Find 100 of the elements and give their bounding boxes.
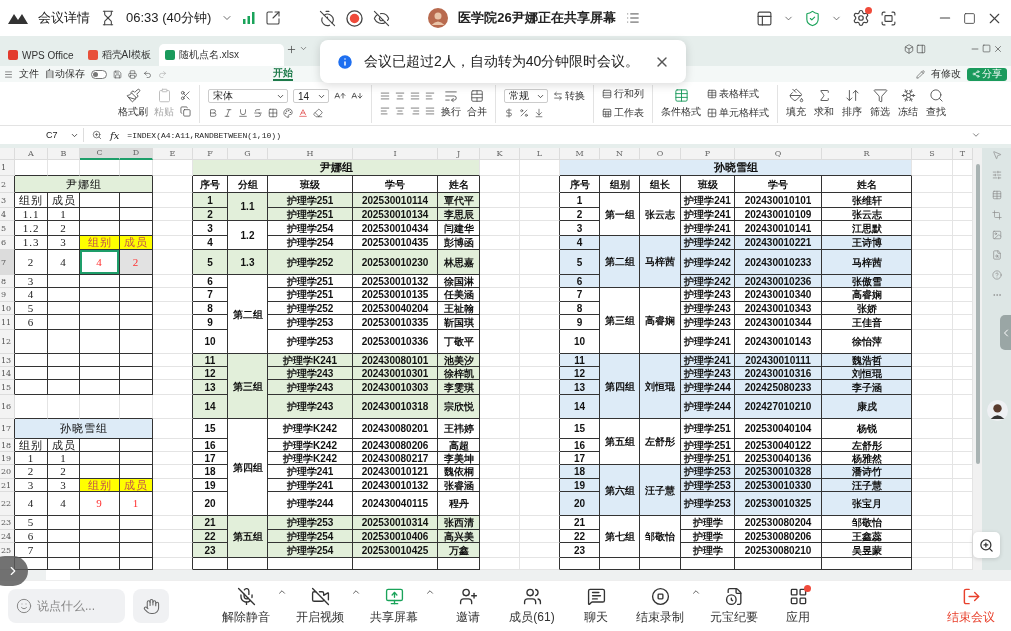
row-header[interactable]: 19 bbox=[0, 452, 15, 465]
justify-icon[interactable] bbox=[425, 106, 435, 116]
decimal-icon[interactable] bbox=[534, 108, 544, 118]
collapse-handle[interactable] bbox=[1000, 315, 1011, 350]
indent-icon[interactable] bbox=[425, 91, 435, 101]
row-header[interactable]: 22 bbox=[0, 492, 15, 516]
undo-icon[interactable] bbox=[143, 69, 152, 79]
meeting-control[interactable]: 解除静音 bbox=[215, 586, 277, 626]
font-color-icon[interactable] bbox=[298, 108, 308, 118]
font-grow-icon[interactable] bbox=[334, 90, 346, 102]
scissors-icon[interactable] bbox=[180, 90, 191, 101]
row-header[interactable]: 7 bbox=[0, 250, 15, 275]
file-search-icon[interactable] bbox=[991, 250, 1002, 260]
table-style-button[interactable]: 表格样式 bbox=[707, 87, 769, 101]
align-center-icon[interactable] bbox=[395, 106, 405, 116]
pointer-icon[interactable] bbox=[991, 150, 1002, 160]
column-header[interactable]: B bbox=[48, 148, 80, 160]
pop-out-icon[interactable] bbox=[265, 10, 282, 26]
column-header[interactable]: J bbox=[438, 148, 480, 160]
meeting-control[interactable]: 应用 bbox=[767, 586, 829, 626]
row-header[interactable]: 21 bbox=[0, 479, 15, 492]
row-header[interactable]: 17 bbox=[0, 419, 15, 439]
sliders-icon[interactable] bbox=[991, 170, 1002, 180]
column-header[interactable]: N bbox=[600, 148, 640, 160]
align-bottom-icon[interactable] bbox=[410, 91, 420, 101]
row-header[interactable]: 14 bbox=[0, 367, 15, 380]
italic-icon[interactable] bbox=[223, 108, 233, 118]
rows-columns-button[interactable]: 行和列 bbox=[602, 87, 644, 101]
list-icon[interactable] bbox=[625, 11, 640, 25]
zoom-in-button[interactable] bbox=[973, 532, 1000, 558]
meeting-timer[interactable]: 06:33 (40分钟) bbox=[126, 9, 212, 27]
row-header[interactable]: 11 bbox=[0, 315, 15, 330]
row-header[interactable]: 4 bbox=[0, 208, 15, 221]
fullscreen-icon[interactable] bbox=[880, 9, 897, 27]
copy-icon[interactable] bbox=[180, 106, 191, 117]
column-header[interactable]: T bbox=[953, 148, 973, 160]
row-header[interactable]: 5 bbox=[0, 221, 15, 236]
row-header[interactable]: 20 bbox=[0, 465, 15, 479]
merge-button[interactable]: 合并 bbox=[467, 88, 487, 119]
timer-off-icon[interactable] bbox=[319, 9, 337, 27]
changes-status[interactable]: 有修改 bbox=[931, 67, 961, 81]
align-right-icon[interactable] bbox=[410, 106, 420, 116]
layout-icon[interactable] bbox=[756, 9, 773, 27]
chat-field[interactable]: 说点什么... bbox=[8, 589, 125, 623]
column-header[interactable]: I bbox=[353, 148, 438, 160]
maximize-icon[interactable] bbox=[982, 44, 991, 53]
assistant-avatar[interactable] bbox=[987, 400, 1008, 421]
convert-button[interactable]: 转换 bbox=[553, 89, 585, 103]
row-header[interactable]: 9 bbox=[0, 288, 15, 302]
tool-button[interactable]: 求和 bbox=[814, 88, 834, 119]
formula-field[interactable]: =INDEX(A4:A11,RANDBETWEEN(1,10)) bbox=[127, 130, 963, 140]
row-header[interactable]: 8 bbox=[0, 275, 15, 288]
column-header[interactable]: R bbox=[822, 148, 912, 160]
meeting-control[interactable]: 元宝纪要 bbox=[703, 586, 765, 626]
crop-icon[interactable] bbox=[991, 210, 1002, 220]
column-header[interactable]: L bbox=[520, 148, 560, 160]
meeting-control[interactable]: 聊天 bbox=[565, 586, 627, 626]
underline-icon[interactable] bbox=[238, 108, 248, 118]
column-header[interactable]: H bbox=[268, 148, 353, 160]
name-box[interactable]: C7 bbox=[0, 128, 84, 142]
font-select[interactable]: 宋体 bbox=[208, 89, 288, 103]
meeting-title[interactable]: 会议详情 bbox=[38, 9, 90, 27]
wrap-button[interactable]: 换行 bbox=[441, 88, 461, 119]
cube-icon[interactable] bbox=[904, 44, 914, 54]
column-header[interactable]: Q bbox=[735, 148, 822, 160]
row-header[interactable]: 18 bbox=[0, 439, 15, 452]
font-shrink-icon[interactable] bbox=[351, 90, 363, 102]
column-header[interactable]: E bbox=[153, 148, 193, 160]
column-header[interactable]: S bbox=[912, 148, 953, 160]
align-left-icon[interactable] bbox=[380, 106, 390, 116]
scrollbar[interactable] bbox=[973, 148, 982, 570]
align-top-icon[interactable] bbox=[380, 91, 390, 101]
row-header[interactable]: 16 bbox=[0, 395, 15, 419]
bold-icon[interactable] bbox=[208, 108, 218, 118]
chevron-down-icon[interactable] bbox=[298, 44, 308, 53]
expand-handle[interactable] bbox=[0, 556, 28, 586]
record-icon[interactable] bbox=[346, 9, 364, 27]
column-header[interactable]: K bbox=[480, 148, 520, 160]
align-middle-icon[interactable] bbox=[395, 91, 405, 101]
tool-button[interactable]: 冻结 bbox=[898, 88, 918, 119]
meeting-control[interactable]: 邀请 bbox=[437, 586, 499, 626]
zoom-icon[interactable] bbox=[92, 130, 102, 140]
row-header[interactable]: 12 bbox=[0, 330, 15, 354]
column-header[interactable]: D bbox=[120, 148, 153, 160]
meeting-control[interactable]: 开启视频 bbox=[289, 586, 351, 626]
row-header[interactable]: 13 bbox=[0, 354, 15, 367]
plus-icon[interactable] bbox=[285, 44, 297, 55]
function-label[interactable]: fx bbox=[110, 129, 120, 141]
save-icon[interactable] bbox=[113, 69, 122, 79]
maximize-icon[interactable] bbox=[963, 11, 976, 25]
autosave-toggle[interactable] bbox=[91, 69, 107, 79]
tool-button[interactable]: 查找 bbox=[926, 88, 946, 119]
percent-icon[interactable] bbox=[519, 108, 529, 118]
raise-hand-button[interactable] bbox=[133, 589, 169, 623]
column-header[interactable]: O bbox=[640, 148, 681, 160]
row-header[interactable]: 24 bbox=[0, 530, 15, 543]
row-header[interactable]: 1 bbox=[0, 160, 15, 176]
row-header[interactable]: 6 bbox=[0, 236, 15, 250]
chevron-down-icon[interactable] bbox=[971, 130, 981, 140]
row-header[interactable]: 23 bbox=[0, 516, 15, 530]
